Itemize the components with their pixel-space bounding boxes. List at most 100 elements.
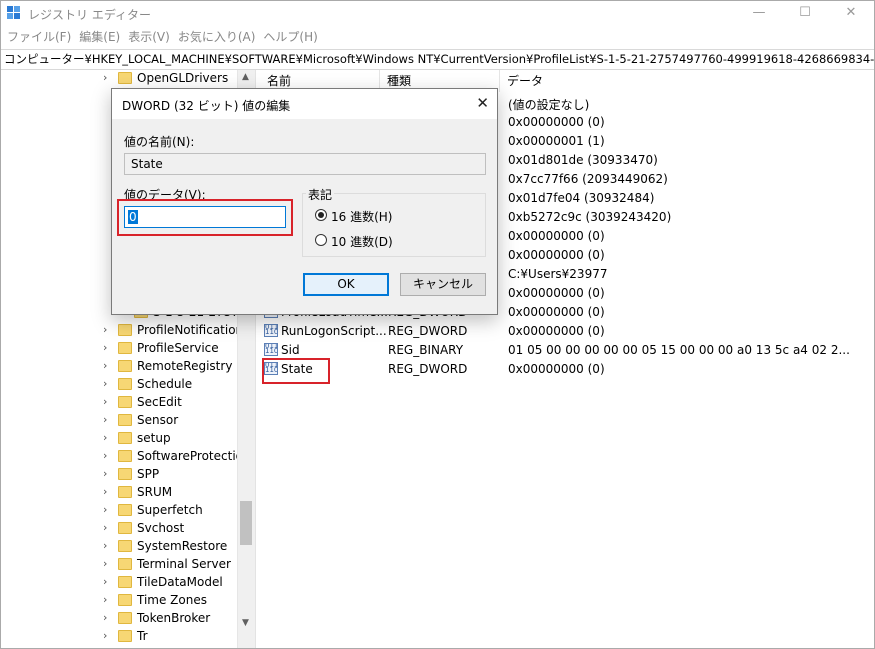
close-button[interactable]: ✕: [828, 1, 874, 27]
chevron-right-icon[interactable]: ›: [103, 467, 107, 480]
chevron-right-icon[interactable]: ›: [103, 557, 107, 570]
tree-item[interactable]: › Schedule: [1, 376, 237, 394]
tree-item[interactable]: › SoftwareProtection: [1, 448, 251, 466]
reg-binary-icon: 011110: [264, 343, 278, 356]
tree-item[interactable]: › Terminal Server: [1, 556, 237, 574]
menu-help[interactable]: ヘルプ(H): [259, 27, 321, 47]
dec-radio-label[interactable]: 10 進数(D): [331, 233, 393, 250]
menu-edit[interactable]: 編集(E): [75, 27, 124, 47]
value-data: 0x00000000 (0): [508, 286, 605, 300]
tree-item[interactable]: › setup: [1, 430, 237, 448]
tree-item-label: Time Zones: [137, 593, 207, 607]
folder-icon: [118, 504, 132, 516]
tree-item-label: ProfileService: [137, 341, 219, 355]
scroll-down-icon[interactable]: ▼: [242, 618, 249, 628]
chevron-right-icon[interactable]: ›: [103, 575, 107, 588]
cancel-button[interactable]: キャンセル: [400, 273, 486, 296]
tree-item[interactable]: › SPP: [1, 466, 237, 484]
chevron-right-icon[interactable]: ›: [103, 395, 107, 408]
scroll-up-icon[interactable]: ▲: [242, 72, 249, 82]
tree-item[interactable]: › Superfetch: [1, 502, 237, 520]
chevron-right-icon[interactable]: ›: [103, 323, 107, 336]
tree-item-label: SRUM: [137, 485, 173, 499]
folder-icon: [118, 540, 132, 552]
registry-editor-window: レジストリ エディター — ☐ ✕ ファイル(F) 編集(E) 表示(V) お気に入り…: [0, 0, 875, 649]
folder-icon: [118, 522, 132, 534]
tree-item-label: Sensor: [137, 413, 179, 427]
tree-item[interactable]: › ProfileService: [1, 340, 237, 358]
tree-item-label: ProfileNotification: [137, 323, 244, 337]
folder-icon: [118, 594, 132, 606]
tree-item[interactable]: › RemoteRegistry: [1, 358, 237, 376]
chevron-right-icon[interactable]: ›: [103, 503, 107, 516]
tree-item[interactable]: › Tr: [1, 628, 237, 646]
chevron-right-icon[interactable]: ›: [103, 359, 107, 372]
menu-view[interactable]: 表示(V): [124, 27, 174, 47]
tree-item[interactable]: › Svchost: [1, 520, 237, 538]
column-header-data[interactable]: データ: [500, 70, 874, 92]
value-name-field: State: [124, 153, 486, 175]
tree-item[interactable]: › Time Zones: [1, 592, 237, 610]
tree-item-label: setup: [137, 431, 171, 445]
tree-item[interactable]: › SecEdit: [1, 394, 237, 412]
dec-radio[interactable]: [315, 234, 327, 246]
minimize-button[interactable]: —: [736, 1, 782, 27]
maximize-button[interactable]: ☐: [782, 1, 828, 27]
folder-icon: [118, 450, 132, 462]
scroll-thumb[interactable]: [240, 501, 252, 545]
tree-item-label: SPP: [137, 467, 160, 481]
folder-icon: [118, 396, 132, 408]
ok-button[interactable]: OK: [303, 273, 389, 296]
address-bar[interactable]: コンピューター¥HKEY_LOCAL_MACHINE¥SOFTWARE¥Micr…: [1, 49, 874, 70]
folder-icon: [118, 558, 132, 570]
menu-favorites[interactable]: お気に入り(A): [174, 27, 260, 47]
dialog-close-icon[interactable]: ✕: [476, 94, 489, 112]
title-bar: レジストリ エディター — ☐ ✕: [1, 1, 874, 27]
tree-item-label: Schedule: [137, 377, 193, 391]
tree-item[interactable]: › TileDataModel: [1, 574, 237, 592]
value-data: 0x00000000 (0): [508, 362, 605, 376]
chevron-right-icon[interactable]: ›: [103, 431, 107, 444]
chevron-right-icon[interactable]: ›: [103, 611, 107, 624]
value-row[interactable]: 011 110 Sid REG_BINARY 01 05 00 00 00 00 0…: [260, 341, 874, 360]
chevron-right-icon[interactable]: ›: [103, 413, 107, 426]
chevron-right-icon[interactable]: ›: [103, 341, 107, 354]
chevron-right-icon[interactable]: ›: [103, 485, 107, 498]
dialog-title: DWORD (32 ビット) 値の編集: [122, 99, 291, 113]
tree-item[interactable]: › ProfileNotification: [1, 322, 243, 340]
value-data: (値の設定なし): [508, 98, 590, 112]
value-row-state[interactable]: 011 110 State REG_DWORD 0x00000000 (0): [260, 360, 874, 379]
value-data: 0x01d801de (30933470): [508, 153, 658, 167]
tree-item[interactable]: › TokenBroker: [1, 610, 237, 628]
chevron-right-icon[interactable]: ›: [103, 593, 107, 606]
chevron-right-icon[interactable]: ›: [103, 521, 107, 534]
folder-icon: [118, 486, 132, 498]
tree-item-label: Terminal Server: [137, 557, 231, 571]
tree-item-label: Superfetch: [137, 503, 203, 517]
value-row[interactable]: 011 110 RunLogonScript... REG_DWORD 0x0000…: [260, 322, 874, 341]
chevron-right-icon[interactable]: ›: [103, 629, 107, 642]
tree-item[interactable]: › SystemRestore: [1, 538, 237, 556]
tree-item-label: SoftwareProtection: [137, 449, 251, 463]
hex-radio-label[interactable]: 16 進数(H): [331, 208, 392, 225]
value-type: REG_BINARY: [388, 343, 464, 357]
tree-item[interactable]: › Sensor: [1, 412, 237, 430]
tree-item-label: OpenGLDrivers: [137, 71, 229, 85]
menu-file[interactable]: ファイル(F): [3, 27, 75, 47]
folder-icon: [118, 432, 132, 444]
tree-item-label: TokenBroker: [137, 611, 211, 625]
chevron-right-icon[interactable]: ›: [103, 377, 107, 390]
tree-item[interactable]: › OpenGLDrivers: [1, 70, 237, 88]
reg-binary-icon: 011110: [264, 324, 278, 337]
window-title: レジストリ エディター: [28, 8, 151, 22]
chevron-right-icon[interactable]: ›: [103, 539, 107, 552]
value-data: 0x00000000 (0): [508, 324, 605, 338]
chevron-right-icon[interactable]: ›: [103, 71, 107, 84]
value-data: 0x00000000 (0): [508, 229, 605, 243]
tree-item[interactable]: › SRUM: [1, 484, 237, 502]
tree-item-label: TileDataModel: [137, 575, 223, 589]
tree-item-label: SystemRestore: [137, 539, 228, 553]
value-data: C:¥Users¥23977: [508, 267, 608, 281]
hex-radio[interactable]: [315, 209, 327, 221]
chevron-right-icon[interactable]: ›: [103, 449, 107, 462]
